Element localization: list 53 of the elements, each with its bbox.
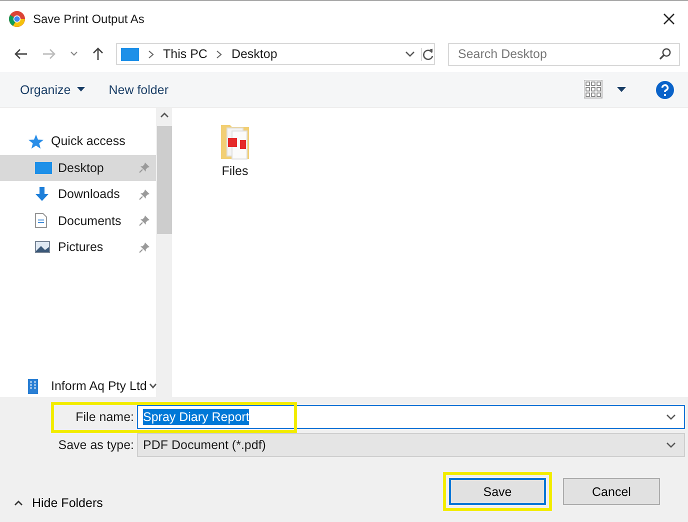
refresh-icon[interactable] <box>421 48 434 60</box>
field-label: Save as type: <box>57 438 134 452</box>
file-name-field[interactable]: Spray Diary Report <box>137 405 685 429</box>
save-button[interactable]: Save <box>449 478 546 505</box>
chevron-down-icon[interactable] <box>70 51 78 57</box>
new-folder-button[interactable]: New folder <box>100 78 176 100</box>
address-bar[interactable]: This PC Desktop <box>116 43 435 65</box>
chevron-up-icon <box>160 112 169 118</box>
monitor-icon <box>35 162 52 174</box>
chevron-down-icon <box>666 442 676 448</box>
view-grid-icon[interactable] <box>584 80 603 99</box>
document-icon <box>35 213 47 228</box>
scrollbar[interactable] <box>156 108 172 397</box>
sidebar-item[interactable]: Inform Aq Pty Ltd <box>28 375 157 397</box>
sidebar-item[interactable]: Downloads <box>0 181 156 208</box>
search-icon <box>659 48 671 60</box>
help-icon[interactable] <box>656 80 674 98</box>
file-type-dropdown[interactable]: PDF Document (*.pdf) <box>137 433 685 457</box>
folder-item[interactable]: Files <box>215 122 255 178</box>
cancel-button[interactable]: Cancel <box>563 478 660 505</box>
pin-icon <box>139 242 150 253</box>
back-arrow-icon[interactable] <box>14 48 28 60</box>
chevron-down-icon <box>666 414 676 420</box>
field-label: File name: <box>74 410 134 424</box>
hide-folders-button[interactable]: Hide Folders <box>14 496 103 510</box>
pin-icon <box>139 215 150 226</box>
breadcrumb-item[interactable]: Desktop <box>231 47 278 61</box>
sidebar-item[interactable]: Pictures <box>0 234 156 260</box>
star-icon <box>28 134 44 149</box>
close-icon[interactable] <box>663 12 675 24</box>
sidebar-item[interactable]: Documents <box>0 208 156 234</box>
sidebar-item[interactable]: Desktop <box>0 154 156 181</box>
monitor-icon <box>121 48 139 60</box>
chevron-right-icon <box>148 50 154 58</box>
pin-icon <box>139 162 150 174</box>
download-arrow-icon <box>35 186 49 202</box>
folder-icon <box>220 122 250 160</box>
up-arrow-icon[interactable] <box>92 47 104 61</box>
chevron-right-icon <box>216 50 222 58</box>
chevron-up-icon <box>14 500 23 506</box>
breadcrumb-item[interactable]: This PC <box>163 47 208 61</box>
window-title: Save Print Output As <box>33 12 144 26</box>
chevron-down-icon <box>148 383 157 389</box>
picture-icon <box>35 241 50 254</box>
sidebar-item[interactable]: Quick access <box>0 128 156 154</box>
organize-button[interactable]: Organize <box>12 78 93 100</box>
search-field[interactable]: Search Desktop <box>448 42 680 66</box>
building-icon <box>28 378 38 394</box>
browser-logo-icon <box>9 10 25 26</box>
caret-icon <box>76 87 85 92</box>
pin-icon <box>139 188 150 200</box>
chevron-down-icon[interactable] <box>405 51 415 57</box>
caret-icon[interactable] <box>617 87 626 92</box>
